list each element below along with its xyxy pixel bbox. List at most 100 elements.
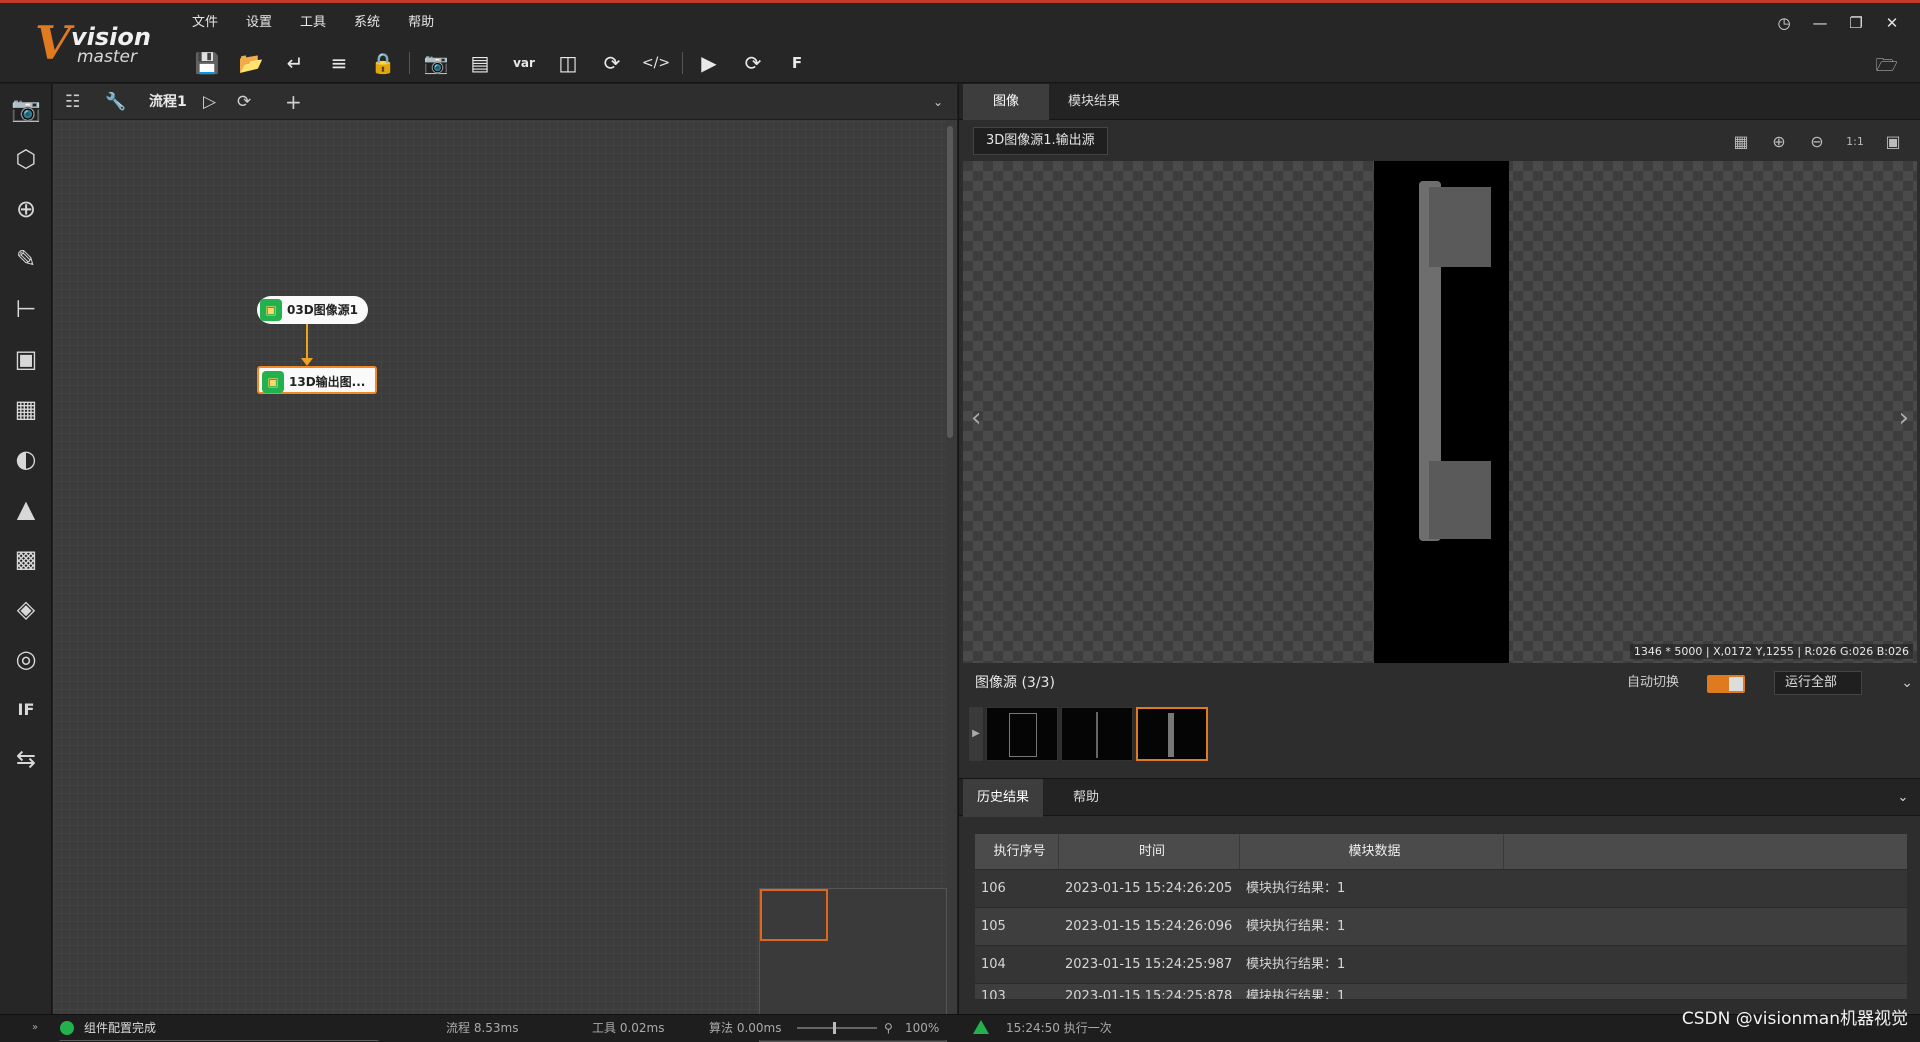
bucket-icon[interactable]: ◈ — [0, 584, 52, 634]
auto-switch-toggle[interactable] — [1707, 675, 1745, 693]
window-controls: ◷ — ❐ ✕ — [1766, 11, 1910, 35]
zoom-slider[interactable] — [797, 1022, 877, 1034]
camera-icon[interactable]: 📷 — [0, 84, 52, 134]
app-logo: V vision master — [35, 16, 151, 70]
close-icon[interactable]: ✕ — [1874, 11, 1910, 35]
lock-icon[interactable]: 🔒 — [361, 46, 405, 80]
contrast-icon[interactable]: ◐ — [0, 434, 52, 484]
restore-icon[interactable]: ❐ — [1838, 11, 1874, 35]
run-flow-icon[interactable]: ▷ — [203, 84, 216, 120]
tab-image[interactable]: 图像 — [963, 84, 1049, 120]
chevron-down-icon[interactable]: ⌄ — [1901, 666, 1913, 700]
chevron-down-icon[interactable]: ⌄ — [1893, 779, 1913, 817]
flow-time: 流程 8.53ms — [446, 1021, 519, 1035]
calibrate-icon[interactable]: ▦ — [0, 384, 52, 434]
flow-connector — [306, 324, 308, 360]
source-select[interactable]: 3D图像源1.输出源 — [973, 127, 1108, 155]
measure-icon[interactable]: ⊢ — [0, 284, 52, 334]
open-folder-icon[interactable]: 📂 — [229, 46, 273, 80]
device-icon[interactable]: ◫ — [546, 46, 590, 80]
status-bar: » 组件配置完成 流程 8.53ms 工具 0.02ms 算法 0.00ms ⚲… — [0, 1014, 1920, 1040]
run-once-icon[interactable]: ▶ — [687, 46, 731, 80]
save-icon[interactable]: 💾 — [185, 46, 229, 80]
image-source-label: 图像源 (3/3) — [975, 675, 1055, 691]
image-edit-icon[interactable]: ✎ — [0, 234, 52, 284]
thumbnail-2[interactable] — [1061, 707, 1133, 761]
image-gen-icon[interactable]: ▲ — [0, 484, 52, 534]
recognize-icon[interactable]: ▣ — [0, 334, 52, 384]
locate-icon[interactable]: ⊕ — [0, 184, 52, 234]
status-ok-icon — [60, 1021, 74, 1035]
menu-help[interactable]: 帮助 — [394, 10, 448, 36]
table-row[interactable]: 104 2023-01-15 15:24:25:987 模块执行结果：1 — [975, 946, 1907, 984]
play-thumbs-icon[interactable]: ▶ — [969, 707, 983, 761]
loop-flow-icon[interactable]: ⟳ — [237, 84, 251, 120]
table-row[interactable]: 103 2023-01-15 15:24:25:878 模块执行结果：1 — [975, 984, 1907, 1000]
menu-file[interactable]: 文件 — [178, 10, 232, 36]
add-flow-icon[interactable]: + — [285, 84, 302, 120]
export-icon[interactable]: ↵ — [273, 46, 317, 80]
communication-icon[interactable]: ⟳ — [590, 46, 634, 80]
import-icon[interactable]: ≡ — [317, 46, 361, 80]
toolbar-separator — [682, 52, 683, 74]
part-top-block — [1429, 187, 1491, 267]
script-icon[interactable]: </> — [634, 46, 678, 80]
vertical-scrollbar[interactable] — [947, 126, 953, 438]
thumbnail-1[interactable] — [986, 707, 1058, 761]
defect-icon[interactable]: ◎ — [0, 634, 52, 684]
menu-bar: 文件 设置 工具 系统 帮助 — [178, 10, 448, 36]
flow-tab-title[interactable]: 流程1 — [149, 84, 187, 120]
camera-icon[interactable]: 📷 — [414, 46, 458, 80]
minimize-icon[interactable]: — — [1802, 11, 1838, 35]
color-icon[interactable]: ▩ — [0, 534, 52, 584]
tab-help[interactable]: 帮助 — [1043, 779, 1129, 817]
thumbnail-3[interactable] — [1136, 707, 1208, 761]
flow-arrow — [301, 358, 313, 366]
zoom-out-icon[interactable]: ⊖ — [1798, 130, 1836, 154]
actual-size-icon[interactable]: 1:1 — [1836, 130, 1874, 154]
menu-system[interactable]: 系统 — [340, 10, 394, 36]
zoom-level: 100% — [905, 1021, 940, 1035]
next-image-icon[interactable]: › — [1899, 403, 1909, 433]
run-loop-icon[interactable]: ⟳ — [731, 46, 775, 80]
tool-time: 工具 0.02ms — [592, 1021, 665, 1035]
table-row[interactable]: 105 2023-01-15 15:24:26:096 模块执行结果：1 — [975, 908, 1907, 946]
if-icon[interactable]: IF — [0, 684, 52, 734]
grid-icon[interactable]: ▦ — [1722, 130, 1760, 154]
controller-icon[interactable]: ▤ — [458, 46, 502, 80]
var-icon[interactable]: var — [502, 46, 546, 80]
clock-icon[interactable]: ◷ — [1766, 11, 1802, 35]
col-data: 模块数据 — [1240, 834, 1504, 869]
minimap-viewport[interactable] — [760, 889, 828, 941]
run-all-dropdown[interactable]: 运行全部 — [1774, 671, 1862, 695]
image-viewer[interactable]: ‹ › 1346 * 5000 | X,0172 Y,1255 | R:026 … — [963, 161, 1917, 663]
open-folder-icon[interactable]: 🗁 — [1876, 53, 1898, 83]
flow-canvas[interactable]: ▣ 03D图像源1 ▣ 13D输出图... ↘ — [53, 121, 947, 1042]
node-label: 13D输出图... — [289, 375, 366, 389]
algo-time: 算法 0.00ms — [709, 1021, 782, 1035]
right-tabs: 图像 模块结果 — [959, 84, 1920, 120]
table-row[interactable]: 106 2023-01-15 15:24:26:205 模块执行结果：1 — [975, 870, 1907, 908]
menu-settings[interactable]: 设置 — [232, 10, 286, 36]
communication-icon[interactable]: ⇆ — [0, 734, 52, 784]
fit-icon[interactable]: ▣ — [1874, 130, 1912, 154]
image-source-bar: 图像源 (3/3) 自动切换 运行全部 ⌄ — [959, 666, 1920, 700]
view-toolbar: ▦ ⊕ ⊖ 1:1 ▣ — [1722, 130, 1912, 154]
thumbnail-strip: ▶ — [969, 707, 1208, 761]
tab-history[interactable]: 历史结果 — [963, 779, 1043, 817]
tree-icon[interactable]: ☷ — [65, 84, 80, 120]
3d-icon[interactable]: ⬡ — [0, 134, 52, 184]
expand-icon[interactable]: » — [32, 1015, 38, 1041]
tab-module-result[interactable]: 模块结果 — [1049, 84, 1139, 120]
flow-node-3d-output[interactable]: ▣ 13D输出图... — [257, 366, 378, 394]
flow-node-3d-source[interactable]: ▣ 03D图像源1 — [257, 296, 369, 324]
wrench-icon[interactable]: 🔧 — [105, 84, 126, 120]
chevron-down-icon[interactable]: ⌄ — [933, 84, 943, 120]
col-seq: 执行序号 — [975, 834, 1059, 869]
right-panel: 图像 模块结果 3D图像源1.输出源 ▦ ⊕ ⊖ 1:1 ▣ ‹ › 1346 … — [958, 84, 1920, 1014]
font-icon[interactable]: F — [775, 46, 819, 80]
search-icon[interactable]: ⚲ — [884, 1015, 893, 1041]
zoom-in-icon[interactable]: ⊕ — [1760, 130, 1798, 154]
prev-image-icon[interactable]: ‹ — [971, 403, 981, 433]
menu-tools[interactable]: 工具 — [286, 10, 340, 36]
